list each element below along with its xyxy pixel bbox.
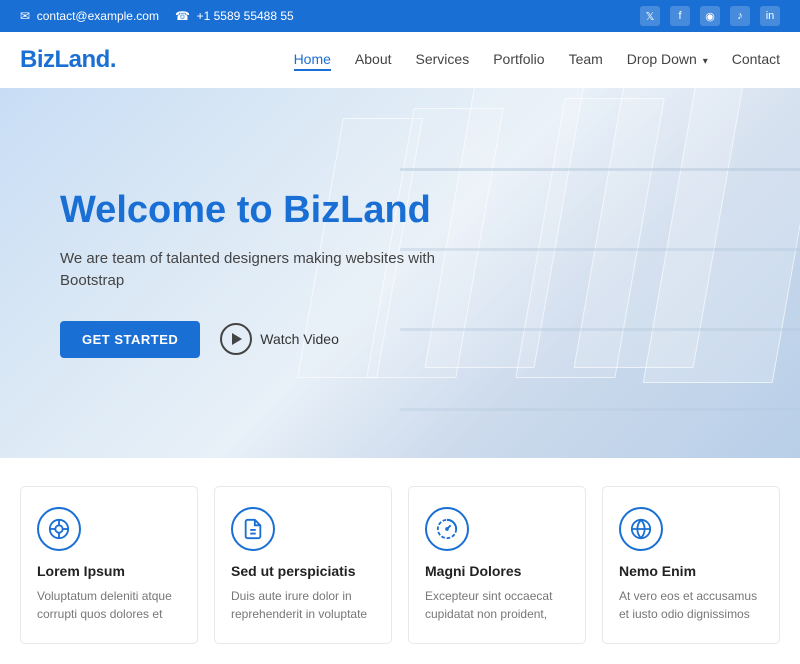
feature-icon-3 [425,507,469,551]
nav-link-services[interactable]: Services [416,51,470,67]
instagram-icon[interactable]: ◉ [700,6,720,26]
feature-card-4: Nemo Enim At vero eos et accusamus et iu… [602,486,780,644]
hero-content: Welcome to BizLand We are team of talant… [0,188,500,358]
feature-icon-4 [619,507,663,551]
nav-link-about[interactable]: About [355,51,392,67]
feature-card-3: Magni Dolores Excepteur sint occaecat cu… [408,486,586,644]
feature-card-1: Lorem Ipsum Voluptatum deleniti atque co… [20,486,198,644]
feature-desc-2: Duis aute irure dolor in reprehenderit i… [231,587,375,623]
social-links: 𝕏 f ◉ ♪ in [640,6,780,26]
nav-item-contact[interactable]: Contact [732,51,780,69]
hero-actions: GET STARTED Watch Video [60,321,440,358]
watch-video-button[interactable]: Watch Video [220,323,339,355]
features-section: Lorem Ipsum Voluptatum deleniti atque co… [0,458,800,664]
phone-icon: ☎ [175,9,190,23]
nav-link-portfolio[interactable]: Portfolio [493,51,544,67]
feature-title-4: Nemo Enim [619,563,763,579]
navbar: BizLand. Home About Services Portfolio T… [0,32,800,88]
twitter-icon[interactable]: 𝕏 [640,6,660,26]
nav-menu: Home About Services Portfolio Team Drop … [294,51,780,69]
feature-title-3: Magni Dolores [425,563,569,579]
nav-item-home[interactable]: Home [294,51,331,69]
nav-link-home[interactable]: Home [294,51,331,71]
hero-subtitle: We are team of talanted designers making… [60,248,440,293]
logo-text: BizLand [20,46,110,73]
watch-video-label: Watch Video [260,331,339,347]
hero-title-plain: Welcome to [60,189,283,231]
feature-title-2: Sed ut perspiciatis [231,563,375,579]
feature-icon-1 [37,507,81,551]
facebook-icon[interactable]: f [670,6,690,26]
email-icon: ✉ [20,9,30,23]
hero-section: Welcome to BizLand We are team of talant… [0,88,800,458]
top-bar-contact: ✉ contact@example.com ☎ +1 5589 55488 55 [20,9,294,23]
get-started-button[interactable]: GET STARTED [60,321,200,358]
feature-desc-4: At vero eos et accusamus et iusto odio d… [619,587,763,623]
logo-accent: . [110,46,116,73]
nav-item-dropdown[interactable]: Drop Down ▾ [627,51,708,69]
play-icon [220,323,252,355]
music-icon[interactable]: ♪ [730,6,750,26]
play-triangle [232,333,242,345]
linkedin-icon[interactable]: in [760,6,780,26]
nav-link-dropdown[interactable]: Drop Down ▾ [627,51,708,67]
nav-item-about[interactable]: About [355,51,392,69]
feature-card-2: Sed ut perspiciatis Duis aute irure dolo… [214,486,392,644]
hero-title: Welcome to BizLand [60,188,440,234]
top-bar: ✉ contact@example.com ☎ +1 5589 55488 55… [0,0,800,32]
hero-title-brand: BizLand [283,189,431,231]
nav-item-team[interactable]: Team [569,51,603,69]
feature-title-1: Lorem Ipsum [37,563,181,579]
feature-desc-3: Excepteur sint occaecat cupidatat non pr… [425,587,569,623]
nav-link-contact[interactable]: Contact [732,51,780,67]
phone-link[interactable]: ☎ +1 5589 55488 55 [175,9,294,23]
email-link[interactable]: ✉ contact@example.com [20,9,159,23]
nav-item-portfolio[interactable]: Portfolio [493,51,544,69]
feature-desc-1: Voluptatum deleniti atque corrupti quos … [37,587,181,623]
chevron-down-icon: ▾ [703,56,708,67]
nav-item-services[interactable]: Services [416,51,470,69]
feature-icon-2 [231,507,275,551]
nav-link-team[interactable]: Team [569,51,603,67]
logo[interactable]: BizLand. [20,46,116,74]
